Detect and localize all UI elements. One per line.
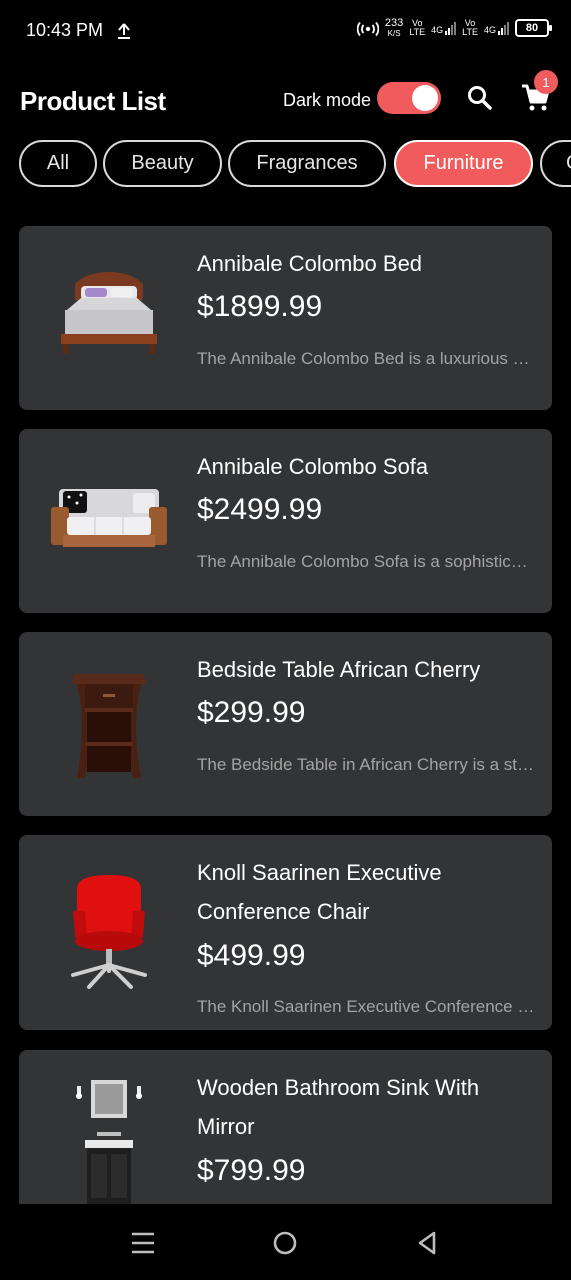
product-image-chair — [71, 875, 147, 989]
home-icon[interactable] — [270, 1228, 300, 1258]
lte-label-2: LTE — [462, 27, 478, 37]
chip-furniture[interactable]: Furniture — [394, 140, 533, 187]
page-title: Product List — [20, 86, 166, 116]
product-price: $1899.99 — [197, 290, 323, 323]
chip-fragrances[interactable]: Fragrances — [228, 140, 386, 187]
upload-icon — [118, 23, 130, 39]
system-nav-bar — [0, 1204, 571, 1280]
signal-icon-2 — [498, 21, 509, 35]
product-price: $299.99 — [197, 696, 306, 729]
product-list: Annibale Colombo Bed $1899.99 The Anniba… — [19, 226, 552, 1204]
network-1: 4G — [431, 21, 457, 35]
product-price: $2499.99 — [197, 493, 323, 526]
product-price: $799.99 — [197, 1154, 306, 1187]
search-icon[interactable] — [466, 84, 494, 112]
product-price: $499.99 — [197, 939, 306, 972]
product-card[interactable]: Bedside Table African Cherry $299.99 The… — [19, 632, 552, 816]
chip-groceries[interactable]: G — [540, 140, 571, 187]
speed-unit: K/S — [387, 29, 401, 38]
net-4g-label: 4G — [431, 25, 444, 35]
product-description: The Knoll Saarinen Executive Conference … — [197, 997, 537, 1016]
cart-badge: 1 — [534, 70, 558, 94]
back-icon[interactable] — [412, 1228, 442, 1258]
product-title: Annibale Colombo Bed — [197, 251, 423, 276]
status-time: 10:43 PM — [26, 20, 104, 40]
net-4g-label-2: 4G — [483, 25, 496, 35]
volte-1: Vo LTE — [409, 19, 425, 37]
product-image-bathroom-sink — [76, 1080, 142, 1204]
hotspot-icon — [356, 21, 379, 37]
product-card[interactable]: Wooden Bathroom Sink With Mirror $799.99 — [19, 1050, 552, 1204]
status-indicators: 233 K/S Vo LTE 4G Vo LTE 4G 80 — [356, 17, 552, 39]
product-title: Bedside Table African Cherry — [197, 657, 481, 682]
chip-all[interactable]: All — [19, 140, 97, 187]
product-card[interactable]: Knoll Saarinen Executive Conference Chai… — [19, 835, 552, 1030]
product-image-bedside-table — [71, 674, 147, 778]
dark-mode-label: Dark mode — [283, 90, 372, 110]
category-chips: All Beauty Fragrances Furniture G — [19, 140, 571, 188]
battery-icon: 80 — [515, 19, 552, 37]
product-image-bed — [61, 272, 157, 354]
volte-2: Vo LTE — [462, 19, 478, 37]
chip-beauty[interactable]: Beauty — [103, 140, 222, 187]
status-bar: 10:43 PM 233 K/S Vo LTE 4G Vo LTE 4G 80 — [0, 0, 571, 64]
speed-value: 233 — [384, 17, 404, 29]
lte-label: LTE — [409, 27, 426, 37]
signal-icon — [445, 21, 457, 35]
product-title: Knoll Saarinen Executive Conference Chai… — [197, 860, 442, 924]
product-image-sofa — [51, 489, 167, 547]
product-title: Wooden Bathroom Sink With Mirror — [197, 1075, 480, 1139]
dark-mode-toggle[interactable] — [377, 82, 441, 114]
product-description: The Annibale Colombo Sofa is a sophistic… — [197, 552, 537, 571]
network-speed: 233 K/S — [384, 17, 404, 39]
product-description: The Annibale Colombo Bed is a luxurious … — [197, 349, 537, 368]
network-2: 4G — [484, 21, 509, 35]
battery-level: 80 — [525, 22, 539, 34]
product-title: Annibale Colombo Sofa — [197, 454, 429, 479]
menu-icon[interactable] — [128, 1228, 158, 1258]
toggle-knob — [412, 85, 438, 111]
product-card[interactable]: Annibale Colombo Sofa $2499.99 The Annib… — [19, 429, 552, 613]
product-description: The Bedside Table in African Cherry is a… — [197, 755, 537, 774]
product-card[interactable]: Annibale Colombo Bed $1899.99 The Anniba… — [19, 226, 552, 410]
app-header: Product List Dark mode — [0, 64, 571, 136]
